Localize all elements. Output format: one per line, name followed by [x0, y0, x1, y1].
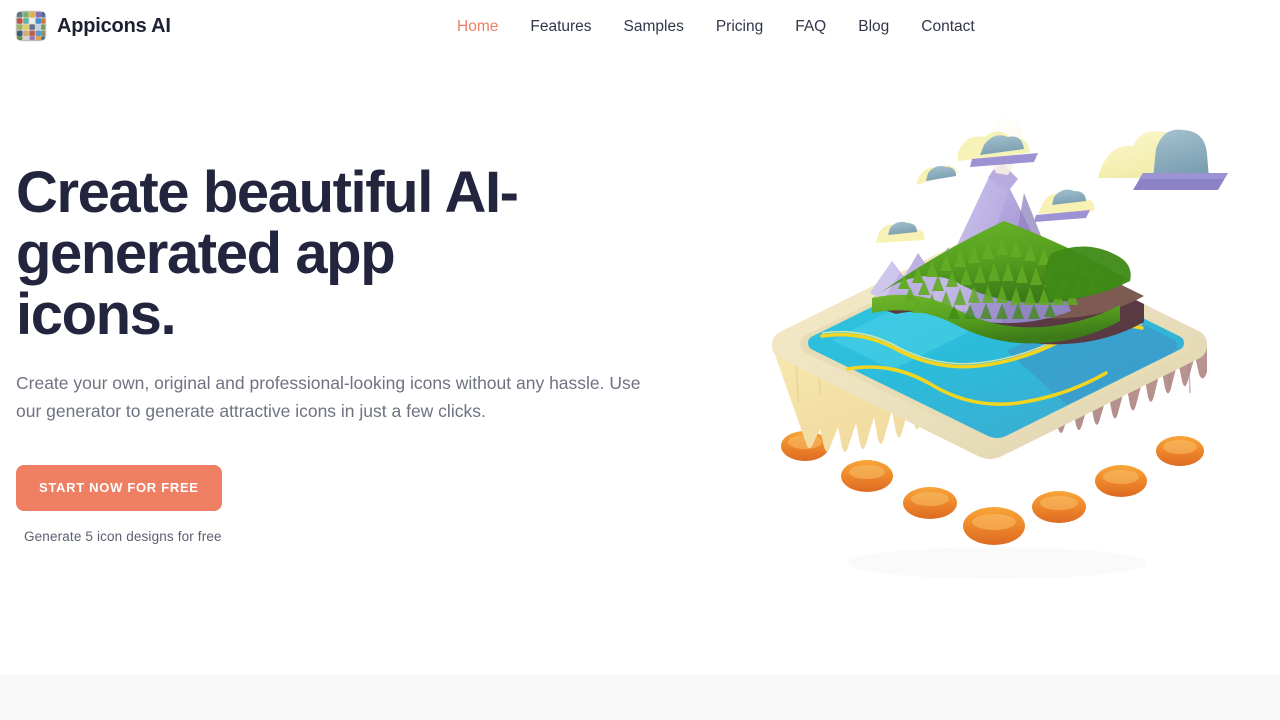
isometric-3d-volcano-island-diorama-illustration: [752, 93, 1252, 613]
nav-item-features[interactable]: Features: [514, 0, 607, 53]
floating-cloud-top-right: [1098, 129, 1228, 190]
nav-item-pricing[interactable]: Pricing: [700, 0, 779, 53]
site-header: Appicons AI Home Features Samples Pricin…: [0, 0, 1280, 53]
nav-item-faq[interactable]: FAQ: [779, 0, 842, 53]
landing-page: Appicons AI Home Features Samples Pricin…: [0, 0, 1280, 720]
nav-item-samples[interactable]: Samples: [608, 0, 700, 53]
nav-item-home[interactable]: Home: [441, 0, 514, 53]
next-section-strip: [0, 675, 1280, 720]
brand-logo-link[interactable]: Appicons AI: [16, 11, 171, 41]
hero-subtitle: Create your own, original and profession…: [16, 373, 641, 421]
main-navigation: Home Features Samples Pricing FAQ Blog C…: [441, 0, 991, 53]
cta-note: Generate 5 icon designs for free: [24, 529, 222, 544]
nav-item-blog[interactable]: Blog: [842, 0, 905, 53]
hero-title: Create beautiful AI-generated app icons.: [16, 160, 519, 347]
hero-section: Create beautiful AI-generated app icons.…: [0, 53, 1280, 675]
brand-name: Appicons AI: [57, 14, 171, 37]
hero-copy: Create beautiful AI-generated app icons.…: [16, 162, 696, 544]
nav-item-contact[interactable]: Contact: [905, 0, 990, 53]
app-icon-grid-mosaic-icon: [16, 11, 46, 41]
start-now-for-free-button[interactable]: START NOW FOR FREE: [16, 465, 222, 511]
